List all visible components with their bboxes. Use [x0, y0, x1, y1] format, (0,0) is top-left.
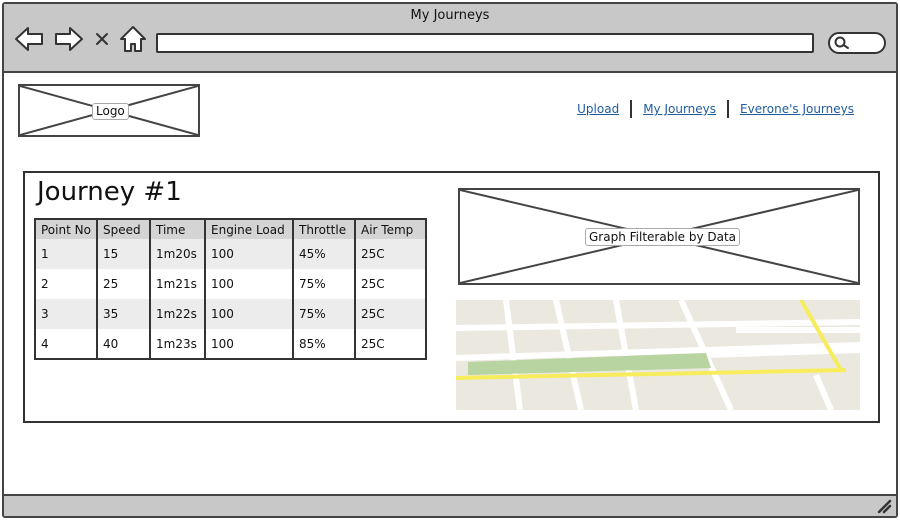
table-row[interactable]: 1 15 1m20s 100 45% 25C: [35, 239, 426, 269]
search-icon: [834, 36, 849, 49]
graph-placeholder[interactable]: Graph Filterable by Data: [458, 188, 860, 285]
graph-label: Graph Filterable by Data: [585, 228, 741, 246]
column-header[interactable]: Time: [150, 219, 206, 239]
table-cell: 25C: [355, 269, 426, 299]
window-title: My Journeys: [410, 8, 490, 23]
browser-titlebar: My Journeys: [4, 4, 896, 73]
browser-window: My Journeys Logo Upload My Journeys Ever…: [2, 2, 898, 518]
column-header[interactable]: Engine Load: [205, 219, 294, 239]
nav-divider: [727, 100, 730, 118]
back-button[interactable]: [14, 24, 44, 54]
table-cell: 2: [35, 269, 98, 299]
column-header[interactable]: Air Temp: [355, 219, 426, 239]
nav-link-upload[interactable]: Upload: [577, 102, 619, 116]
table-cell: 1m21s: [150, 269, 206, 299]
table-cell: 15: [97, 239, 151, 269]
route-map[interactable]: [456, 300, 860, 410]
table-row[interactable]: 3 35 1m22s 100 75% 25C: [35, 299, 426, 329]
table-row[interactable]: 2 25 1m21s 100 75% 25C: [35, 269, 426, 299]
journey-panel: Journey #1 Point No Speed Time Engine Lo…: [23, 171, 880, 423]
table-cell: 100: [205, 239, 294, 269]
nav-link-everyones-journeys[interactable]: Everone's Journeys: [740, 102, 854, 116]
arrow-right-icon: [55, 27, 83, 51]
resize-grip-icon[interactable]: [876, 498, 892, 514]
table-header-row: Point No Speed Time Engine Load Throttle…: [35, 219, 426, 239]
table-cell: 100: [205, 299, 294, 329]
table-cell: 4: [35, 329, 98, 359]
table-cell: 1m20s: [150, 239, 206, 269]
address-bar[interactable]: [156, 33, 814, 53]
column-header[interactable]: Point No: [35, 219, 98, 239]
status-bar: [4, 494, 896, 516]
table-cell: 100: [205, 269, 294, 299]
close-icon: [96, 33, 108, 45]
logo-placeholder: Logo: [18, 84, 200, 137]
home-button[interactable]: [118, 24, 148, 54]
table-cell: 25C: [355, 329, 426, 359]
forward-button[interactable]: [54, 24, 84, 54]
column-header[interactable]: Speed: [97, 219, 151, 239]
table-cell: 35: [97, 299, 151, 329]
table-cell: 40: [97, 329, 151, 359]
table-cell: 75%: [293, 299, 356, 329]
table-cell: 100: [205, 329, 294, 359]
table-cell: 25: [97, 269, 151, 299]
journey-data-table: Point No Speed Time Engine Load Throttle…: [34, 218, 427, 360]
table-cell: 1m22s: [150, 299, 206, 329]
table-cell: 25C: [355, 299, 426, 329]
home-icon: [120, 26, 146, 52]
stop-button[interactable]: [90, 24, 114, 54]
journey-title: Journey #1: [37, 177, 182, 207]
nav-link-my-journeys[interactable]: My Journeys: [643, 102, 716, 116]
table-cell: 1m23s: [150, 329, 206, 359]
table-cell: 75%: [293, 269, 356, 299]
table-row[interactable]: 4 40 1m23s 100 85% 25C: [35, 329, 426, 359]
table-cell: 1: [35, 239, 98, 269]
column-header[interactable]: Throttle: [293, 219, 356, 239]
table-cell: 3: [35, 299, 98, 329]
table-cell: 45%: [293, 239, 356, 269]
nav-divider: [630, 100, 633, 118]
table-cell: 25C: [355, 239, 426, 269]
map-tiles: [456, 300, 860, 410]
search-box[interactable]: [828, 32, 886, 54]
logo-label: Logo: [92, 103, 129, 120]
table-cell: 85%: [293, 329, 356, 359]
arrow-left-icon: [15, 27, 43, 51]
top-nav: Upload My Journeys Everone's Journeys: [577, 100, 854, 118]
